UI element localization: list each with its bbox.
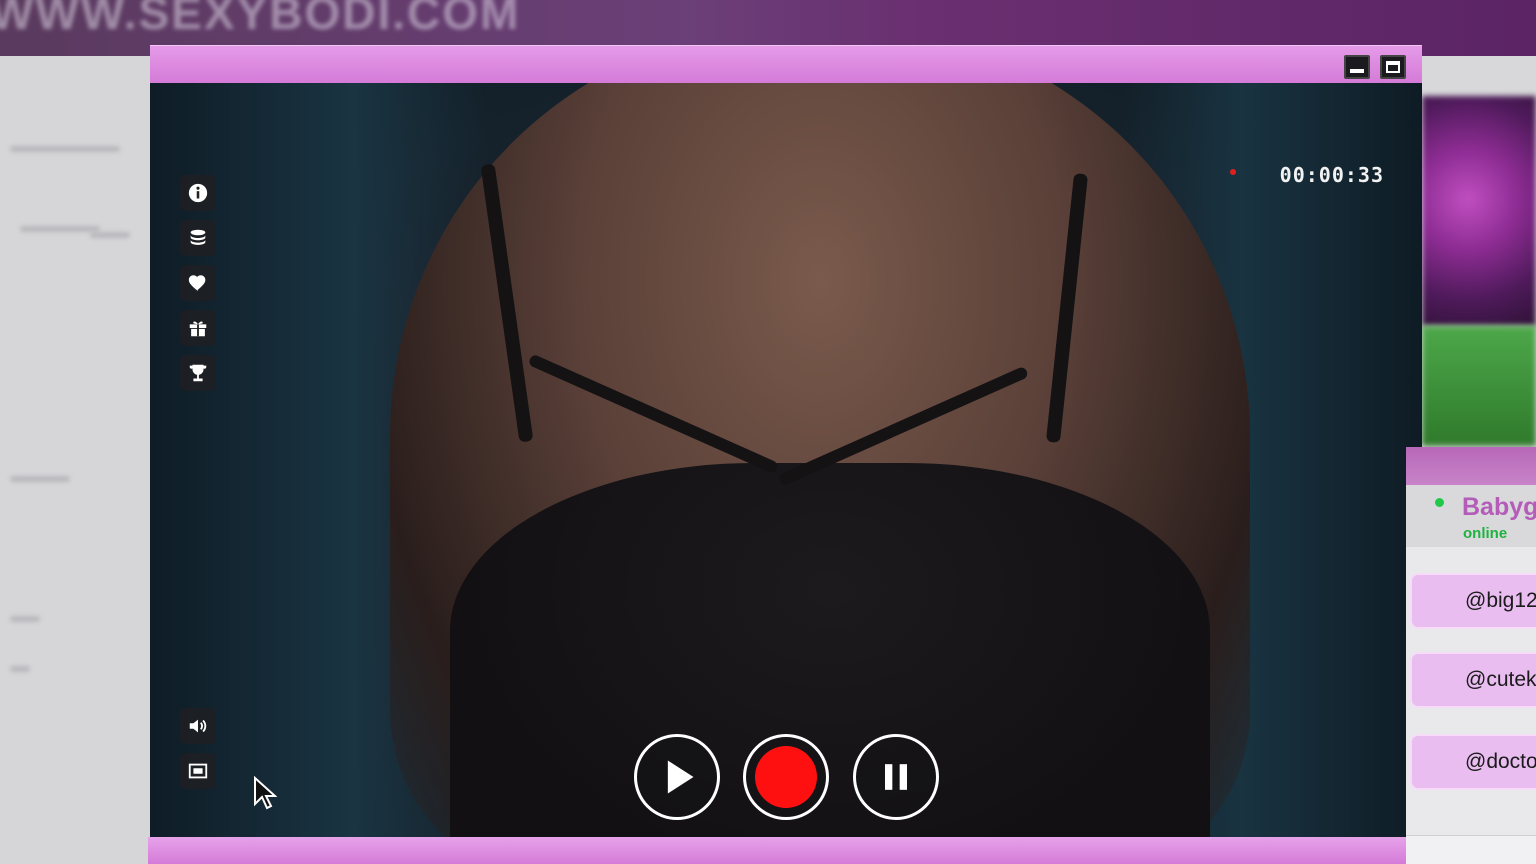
chat-user-status: online (1463, 525, 1508, 542)
trophy-icon[interactable] (180, 355, 216, 391)
video-area[interactable]: 00:00:33 (150, 83, 1422, 837)
window-titlebar[interactable] (150, 45, 1422, 83)
minimize-button[interactable] (1344, 55, 1370, 79)
background-left-column (0, 56, 150, 864)
side-toolbar (180, 175, 216, 400)
play-icon (667, 760, 694, 794)
mouse-cursor-icon (254, 776, 277, 810)
chat-list-item[interactable]: @docto (1410, 734, 1536, 790)
playback-controls (634, 734, 944, 822)
fullscreen-icon[interactable] (180, 753, 216, 789)
maximize-button[interactable] (1380, 55, 1406, 79)
background-green-banner (1422, 326, 1536, 446)
chat-panel-header (1406, 447, 1536, 485)
side-toolbar-bottom (180, 708, 216, 798)
chat-list-item[interactable]: @cutek (1410, 652, 1536, 708)
info-icon[interactable] (180, 175, 216, 211)
background-header-text (690, 0, 1030, 38)
chat-user-header[interactable]: Babyg online (1406, 485, 1536, 547)
chat-handle: @docto (1465, 750, 1536, 773)
volume-icon[interactable] (180, 708, 216, 744)
pause-icon (885, 764, 907, 790)
video-player-window: 00:00:33 (148, 45, 1422, 864)
recording-timer: 00:00:33 (1279, 163, 1384, 187)
heart-icon[interactable] (180, 265, 216, 301)
chat-handle: @big12 (1465, 589, 1536, 612)
site-logo: WWW.SEXYBODI.COM (0, 0, 521, 39)
coins-icon[interactable] (180, 220, 216, 256)
gift-icon[interactable] (180, 310, 216, 346)
chat-list-item[interactable]: @big12 (1410, 573, 1536, 629)
chat-user-name: Babyg (1462, 493, 1536, 521)
chat-panel: Babyg online @big12 @cutek @docto (1406, 447, 1536, 864)
online-status-dot (1435, 498, 1444, 507)
pause-button[interactable] (853, 734, 939, 820)
recording-indicator (1230, 169, 1236, 175)
chat-panel-footer (1406, 835, 1536, 864)
record-icon (755, 746, 817, 808)
record-button[interactable] (743, 734, 829, 820)
play-button[interactable] (634, 734, 720, 820)
chat-handle: @cutek (1465, 668, 1536, 691)
background-thumbnail (1422, 96, 1536, 326)
window-bottom-bar (148, 837, 1406, 864)
